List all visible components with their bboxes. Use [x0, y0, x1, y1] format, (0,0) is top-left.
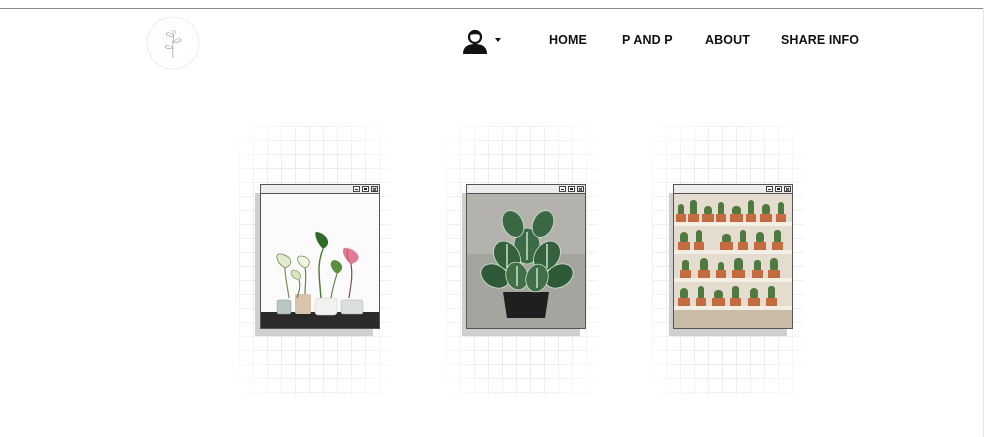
minimize-icon[interactable] — [559, 186, 566, 192]
gallery-card-cactus[interactable] — [673, 184, 793, 329]
maximize-icon[interactable] — [362, 186, 369, 192]
gallery-card-pilea[interactable] — [466, 184, 586, 329]
gallery-card-caladium[interactable] — [260, 184, 380, 329]
window-titlebar — [261, 185, 379, 194]
close-icon[interactable] — [784, 186, 791, 192]
nav-share-info[interactable]: SHARE INFO — [781, 33, 859, 47]
close-icon[interactable] — [371, 186, 378, 192]
nav-p-and-p[interactable]: P AND P — [622, 33, 673, 47]
close-icon[interactable] — [577, 186, 584, 192]
window-titlebar — [674, 185, 792, 194]
minimize-icon[interactable] — [353, 186, 360, 192]
minimize-icon[interactable] — [766, 186, 773, 192]
main-nav: HOME P AND P ABOUT SHARE INFO — [0, 33, 984, 51]
maximize-icon[interactable] — [775, 186, 782, 192]
pilea-plant-photo — [467, 194, 585, 328]
nav-about[interactable]: ABOUT — [705, 33, 750, 47]
caladium-plants-photo — [261, 194, 379, 328]
cactus-shelf-photo — [674, 194, 792, 328]
top-divider — [0, 8, 984, 9]
window-titlebar — [467, 185, 585, 194]
nav-home[interactable]: HOME — [549, 33, 587, 47]
maximize-icon[interactable] — [568, 186, 575, 192]
